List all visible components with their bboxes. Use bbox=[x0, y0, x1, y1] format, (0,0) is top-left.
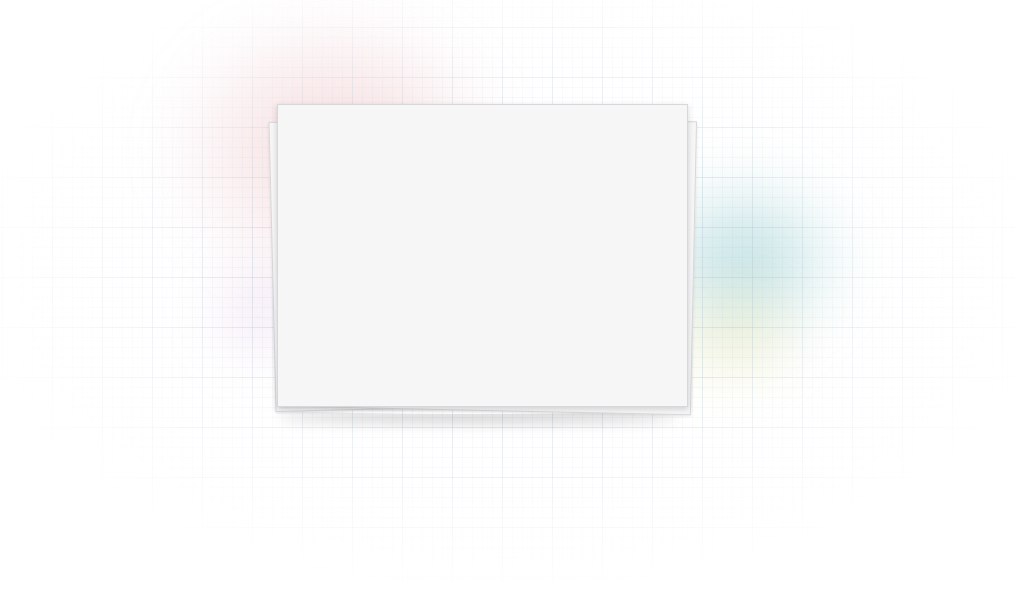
card-stack bbox=[268, 104, 698, 418]
front-card bbox=[277, 104, 688, 407]
